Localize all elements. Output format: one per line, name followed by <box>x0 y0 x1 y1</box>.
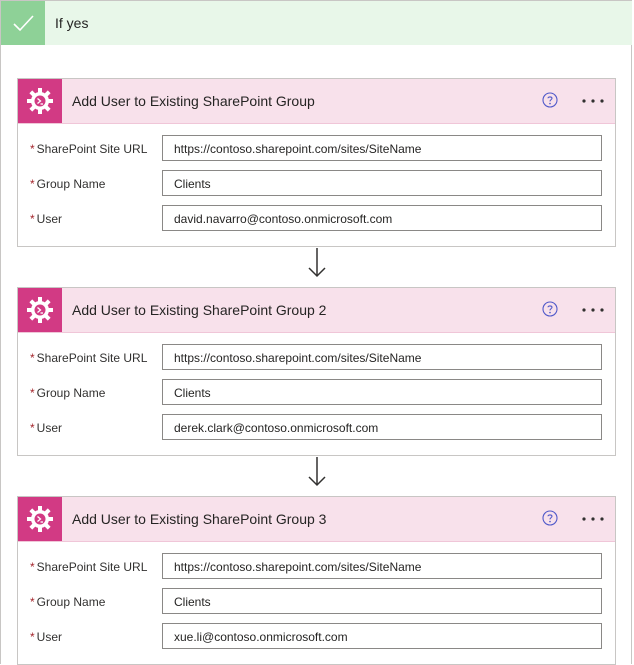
field-label-text: Group Name <box>36 595 106 609</box>
required-marker: * <box>30 177 35 191</box>
field-group-name: * Group Name Clients <box>18 170 615 205</box>
site-url-input[interactable]: https://contoso.sharepoint.com/sites/Sit… <box>162 135 602 161</box>
action-title: Add User to Existing SharePoint Group 3 <box>72 511 327 527</box>
help-circle-icon[interactable] <box>542 301 558 317</box>
group-name-input[interactable]: Clients <box>162 379 602 405</box>
field-label-text: SharePoint Site URL <box>36 351 148 365</box>
field-sharepoint-site-url: * SharePoint Site URL https://contoso.sha… <box>18 553 615 588</box>
field-user: * User derek.clark@contoso.onmicrosoft.co… <box>18 414 615 449</box>
action-card-header[interactable]: Add User to Existing SharePoint Group 3 <box>18 497 615 542</box>
more-options-icon[interactable] <box>580 91 606 111</box>
field-label-text: Group Name <box>36 386 106 400</box>
sharepoint-action-gear-icon <box>18 497 62 541</box>
field-label-text: Group Name <box>36 177 106 191</box>
action-title: Add User to Existing SharePoint Group 2 <box>72 302 327 318</box>
field-sharepoint-site-url: * SharePoint Site URL https://contoso.sha… <box>18 135 615 170</box>
field-group-name: * Group Name Clients <box>18 588 615 623</box>
help-circle-icon[interactable] <box>542 92 558 108</box>
required-marker: * <box>30 142 35 156</box>
field-label: * SharePoint Site URL <box>30 560 147 574</box>
required-marker: * <box>30 351 35 365</box>
field-label-text: User <box>36 630 63 644</box>
more-options-icon[interactable] <box>580 509 606 529</box>
required-marker: * <box>30 560 35 574</box>
field-label-text: SharePoint Site URL <box>36 560 148 574</box>
required-marker: * <box>30 212 35 226</box>
condition-branch-header[interactable]: If yes <box>1 1 632 45</box>
field-label: * Group Name <box>30 177 105 191</box>
site-url-input[interactable]: https://contoso.sharepoint.com/sites/Sit… <box>162 553 602 579</box>
action-card: Add User to Existing SharePoint Group * S… <box>17 78 616 247</box>
field-label: * User <box>30 421 62 435</box>
field-label: * SharePoint Site URL <box>30 351 147 365</box>
down-arrow-icon <box>308 248 326 278</box>
field-label: * Group Name <box>30 595 105 609</box>
field-label: * SharePoint Site URL <box>30 142 147 156</box>
user-input[interactable]: xue.li@contoso.onmicrosoft.com <box>162 623 602 649</box>
required-marker: * <box>30 386 35 400</box>
field-group-name: * Group Name Clients <box>18 379 615 414</box>
action-card: Add User to Existing SharePoint Group 3 … <box>17 496 616 665</box>
down-arrow-icon <box>308 457 326 487</box>
required-marker: * <box>30 630 35 644</box>
required-marker: * <box>30 595 35 609</box>
field-label-text: SharePoint Site URL <box>36 142 148 156</box>
more-options-icon[interactable] <box>580 300 606 320</box>
field-user: * User xue.li@contoso.onmicrosoft.com <box>18 623 615 658</box>
field-label: * User <box>30 212 62 226</box>
field-sharepoint-site-url: * SharePoint Site URL https://contoso.sha… <box>18 344 615 379</box>
sharepoint-action-gear-icon <box>18 79 62 123</box>
branch-label: If yes <box>55 15 89 31</box>
user-input[interactable]: david.navarro@contoso.onmicrosoft.com <box>162 205 602 231</box>
field-label-text: User <box>36 212 63 226</box>
action-card-header[interactable]: Add User to Existing SharePoint Group 2 <box>18 288 615 333</box>
checkmark-icon <box>1 1 45 45</box>
action-title: Add User to Existing SharePoint Group <box>72 93 315 109</box>
site-url-input[interactable]: https://contoso.sharepoint.com/sites/Sit… <box>162 344 602 370</box>
action-card-header[interactable]: Add User to Existing SharePoint Group <box>18 79 615 124</box>
required-marker: * <box>30 421 35 435</box>
field-user: * User david.navarro@contoso.onmicrosoft.… <box>18 205 615 240</box>
field-label-text: User <box>36 421 63 435</box>
action-card: Add User to Existing SharePoint Group 2 … <box>17 287 616 456</box>
field-label: * User <box>30 630 62 644</box>
help-circle-icon[interactable] <box>542 510 558 526</box>
field-label: * Group Name <box>30 386 105 400</box>
user-input[interactable]: derek.clark@contoso.onmicrosoft.com <box>162 414 602 440</box>
group-name-input[interactable]: Clients <box>162 588 602 614</box>
group-name-input[interactable]: Clients <box>162 170 602 196</box>
sharepoint-action-gear-icon <box>18 288 62 332</box>
